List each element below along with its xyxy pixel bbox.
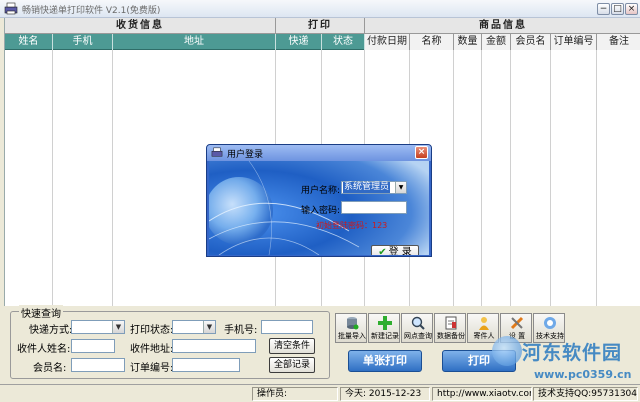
password-input[interactable] [341,201,407,214]
check-icon: ✔ [378,247,387,255]
initial-password-hint: 初始登陆密码：123 [316,221,388,230]
title-bar: 畅销快递单打印软件 V2.1(免费版) − □ × [0,0,640,18]
plus-icon [378,316,392,330]
login-button[interactable]: ✔ 登 录 [371,245,419,255]
col-quantity[interactable]: 数量 [454,34,482,50]
window-title: 畅销快递单打印软件 V2.1(免费版) [22,6,161,16]
col-order-no[interactable]: 订单编号 [551,34,597,50]
quick-query-panel: 快速查询 快递方式: ▼ 打印状态: ▼ 手机号: 收件人姓名: 收件地址: 清… [10,305,330,379]
col-remark[interactable]: 备注 [597,34,640,50]
toolbar-label: 数据备份 [437,332,465,340]
grid-divider [510,50,511,306]
col-goods-name[interactable]: 名称 [410,34,454,50]
watermark-url: www.pc0359.cn [534,368,632,381]
login-dialog-body: 用户名称: 系统管理员 ▼ 输入密码: 初始登陆密码：123 ✔ 登 录 [209,161,429,255]
print-status-select[interactable]: ▼ [172,320,216,334]
printer-icon [4,2,18,15]
status-site: http://www.xiaotv.com [432,387,532,401]
password-label: 输入密码: [301,206,341,216]
address-input[interactable] [172,339,256,353]
sender-button[interactable]: 寄件人 [467,313,499,343]
address-label: 收件地址: [130,344,174,355]
phone-label: 手机号: [224,325,258,336]
chevron-down-icon[interactable]: ▼ [395,182,406,193]
group-goods-info: 商品信息 [479,20,527,31]
batch-import-button[interactable]: 批量导入 [335,313,367,343]
col-amount[interactable]: 金额 [482,34,511,50]
chevron-down-icon[interactable]: ▼ [203,321,215,333]
watermark-logo-icon [492,336,522,366]
col-express[interactable]: 快递 [276,34,322,50]
order-label: 订单编号: [130,363,174,374]
group-print: 打印 [276,18,365,34]
tools-icon [510,316,524,330]
col-name[interactable]: 姓名 [5,34,53,50]
login-dialog-titlebar[interactable]: 用户登录 × [207,145,431,161]
col-pay-date[interactable]: 付款日期 [365,34,410,50]
login-close-button[interactable]: × [415,146,428,159]
grid-divider [481,50,482,306]
username-label: 用户名称: [301,186,341,196]
member-label: 会员名: [33,363,67,374]
toolbar-label: 寄件人 [473,332,495,340]
print-status-label: 打印状态: [130,325,174,336]
express-label: 快递方式: [29,325,73,336]
toolbar-label: 新建记录 [371,332,399,340]
support-icon [544,317,556,329]
database-icon [347,317,359,330]
member-input[interactable] [71,358,125,372]
column-header-row: 姓名 手机 地址 快递 状态 付款日期 名称 数量 金额 会员名 订单编号 备注 [5,34,640,50]
username-value: 系统管理员 [343,182,391,193]
status-operator: 操作员: [252,387,338,401]
grid-divider [596,50,597,306]
quick-query-legend: 快速查询 [19,305,63,320]
group-receiver-info: 收货信息 [5,18,276,34]
grid-divider [453,50,454,306]
all-records-button[interactable]: 全部记录 [269,357,315,373]
order-input[interactable] [172,358,240,372]
status-support: 技术支持QQ:957313043 [533,387,638,401]
chevron-down-icon[interactable]: ▼ [112,321,124,333]
status-today: 今天: 2015-12-23 [340,387,430,401]
status-blank [2,387,252,401]
outlet-query-button[interactable]: 网点查询 [401,313,433,343]
receiver-label: 收件人姓名: [17,344,71,355]
maximize-button[interactable]: □ [611,3,624,15]
login-button-label: 登 录 [388,247,412,255]
express-select[interactable]: ▼ [71,320,125,334]
watermark-text: 河东软件园 [522,342,623,364]
data-backup-button[interactable]: 数据备份 [434,313,466,343]
col-phone[interactable]: 手机 [53,34,113,50]
notepad-icon [445,316,457,330]
grid-divider [550,50,551,306]
close-button[interactable]: × [625,3,638,15]
printer-icon [211,147,223,157]
magnifier-icon [411,316,425,330]
username-select[interactable]: 系统管理员 ▼ [341,181,407,194]
phone-input[interactable] [261,320,313,334]
toolbar-label: 网点查询 [404,332,432,340]
toolbar-label: 批量导入 [338,332,366,340]
clear-conditions-button[interactable]: 清空条件 [269,338,315,354]
login-dialog: 用户登录 × 用户名称: 系统管理员 ▼ 输入密码: 初始登陆密码：123 ✔ … [206,144,432,257]
col-member[interactable]: 会员名 [511,34,551,50]
status-bar: 操作员: 今天: 2015-12-23 http://www.xiaotv.co… [0,384,640,402]
col-status[interactable]: 状态 [322,34,365,50]
column-group-row: 收货信息 打印 商品信息 [5,18,640,34]
login-dialog-title: 用户登录 [227,150,264,160]
grid-divider [52,50,53,306]
col-address[interactable]: 地址 [113,34,276,50]
minimize-button[interactable]: − [597,3,610,15]
single-print-button[interactable]: 单张打印 [348,350,422,372]
new-record-button[interactable]: 新建记录 [368,313,400,343]
receiver-input[interactable] [71,339,115,353]
grid-divider [112,50,113,306]
person-icon [479,317,489,330]
